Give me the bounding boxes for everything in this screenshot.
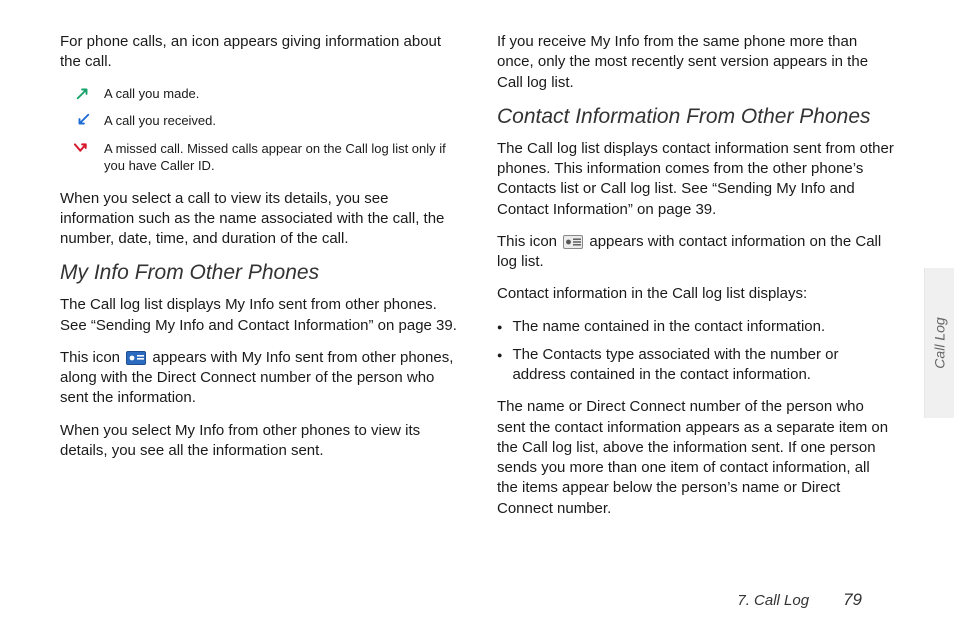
outgoing-call-icon [74, 86, 92, 100]
footer-page-number: 79 [843, 590, 862, 610]
legend-label: A call you made. [104, 85, 457, 103]
page-footer: 7. Call Log 79 [737, 590, 862, 610]
ci-p1: The Call log list displays contact infor… [497, 139, 894, 220]
bullet-item: The name contained in the contact inform… [497, 317, 894, 337]
heading-my-info: My Info From Other Phones [60, 261, 457, 285]
missed-call-icon [74, 141, 92, 155]
legend-label: A missed call. Missed calls appear on th… [104, 140, 457, 175]
intro-paragraph: For phone calls, an icon appears giving … [60, 32, 457, 73]
heading-contact-info: Contact Information From Other Phones [497, 105, 894, 129]
contact-list-icon [563, 235, 583, 249]
legend-row-incoming: A call you received. [74, 112, 457, 130]
select-detail-paragraph: When you select a call to view its detai… [60, 189, 457, 250]
my-info-icon-pre: This icon [60, 349, 124, 366]
legend-label: A call you received. [104, 112, 457, 130]
call-icon-legend: A call you made. A call you received. A … [74, 85, 457, 175]
side-tab-label: Call Log [932, 317, 948, 368]
my-info-card-icon [126, 351, 146, 365]
page-body: For phone calls, an icon appears giving … [0, 0, 954, 531]
ci-p3: Contact information in the Call log list… [497, 284, 894, 304]
ci-p4: The name or Direct Connect number of the… [497, 397, 894, 519]
legend-row-outgoing: A call you made. [74, 85, 457, 103]
incoming-call-icon [74, 113, 92, 127]
footer-chapter: 7. Call Log [737, 592, 809, 609]
side-tab: Call Log [924, 268, 954, 418]
ci-bullet-list: The name contained in the contact inform… [497, 317, 894, 386]
my-info-p1: The Call log list displays My Info sent … [60, 295, 457, 336]
my-info-p3: When you select My Info from other phone… [60, 421, 457, 462]
legend-row-missed: A missed call. Missed calls appear on th… [74, 140, 457, 175]
right-top-paragraph: If you receive My Info from the same pho… [497, 32, 894, 93]
left-column: For phone calls, an icon appears giving … [60, 32, 457, 531]
bullet-item: The Contacts type associated with the nu… [497, 345, 894, 386]
ci-icon-paragraph: This icon appears with contact informati… [497, 232, 894, 273]
my-info-icon-paragraph: This icon appears with My Info sent from… [60, 348, 457, 409]
right-column: If you receive My Info from the same pho… [497, 32, 894, 531]
ci-icon-pre: This icon [497, 233, 561, 250]
